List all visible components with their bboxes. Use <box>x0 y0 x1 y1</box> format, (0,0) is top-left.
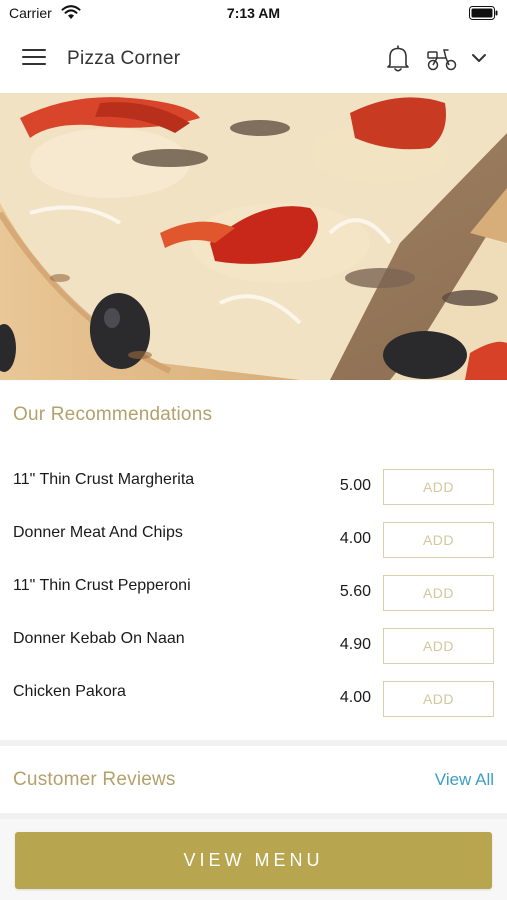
page-title: Pizza Corner <box>67 48 181 69</box>
item-price: 5.00 <box>339 477 371 494</box>
add-button[interactable]: ADD <box>383 628 494 664</box>
list-item: 11" Thin Crust Margherita 5.00 ADD <box>0 460 507 513</box>
list-item: Donner Meat And Chips 4.00 ADD <box>0 513 507 566</box>
item-name: 11" Thin Crust Margherita <box>13 471 195 488</box>
menu-icon[interactable] <box>22 49 46 69</box>
item-price: 5.60 <box>339 583 371 600</box>
add-button[interactable]: ADD <box>383 469 494 505</box>
item-price: 4.00 <box>339 689 371 706</box>
item-name: 11" Thin Crust Pepperoni <box>13 577 191 594</box>
list-item: Donner Kebab On Naan 4.90 ADD <box>0 619 507 672</box>
add-button[interactable]: ADD <box>383 681 494 717</box>
status-time: 7:13 AM <box>226 5 281 21</box>
battery-icon <box>469 6 498 20</box>
recommendations-list: 11" Thin Crust Margherita 5.00 ADD Donne… <box>0 460 507 725</box>
chevron-down-icon[interactable] <box>470 51 488 65</box>
item-price: 4.90 <box>339 636 371 653</box>
status-bar: Carrier 7:13 AM <box>0 0 507 26</box>
item-name: Donner Kebab On Naan <box>13 630 185 647</box>
bell-icon[interactable] <box>385 43 411 73</box>
item-name: Donner Meat And Chips <box>13 524 183 541</box>
recommendations-title: Our Recommendations <box>13 404 213 425</box>
delivery-scooter-icon[interactable] <box>426 46 458 72</box>
section-divider <box>0 740 507 746</box>
reviews-title: Customer Reviews <box>13 769 176 790</box>
list-item: Chicken Pakora 4.00 ADD <box>0 672 507 725</box>
add-button[interactable]: ADD <box>383 575 494 611</box>
hero-pizza-image <box>0 93 507 380</box>
view-all-reviews-link[interactable]: View All <box>435 770 494 790</box>
list-item: 11" Thin Crust Pepperoni 5.60 ADD <box>0 566 507 619</box>
view-menu-button[interactable]: VIEW MENU <box>15 832 492 889</box>
add-button[interactable]: ADD <box>383 522 494 558</box>
item-price: 4.00 <box>339 530 371 547</box>
item-name: Chicken Pakora <box>13 683 126 700</box>
app-header: Pizza Corner <box>0 26 507 93</box>
